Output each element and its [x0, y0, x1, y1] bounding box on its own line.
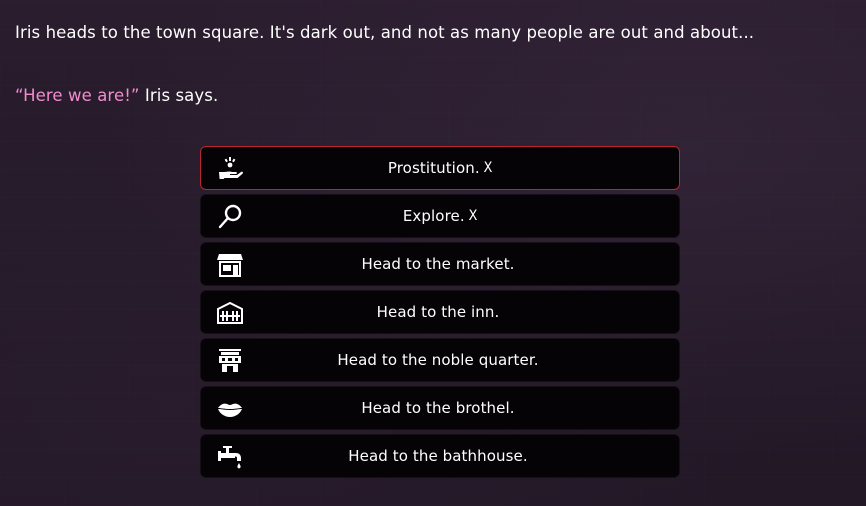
choice-label: Head to the inn.	[376, 303, 500, 321]
choice-bathhouse[interactable]: Head to the bathhouse.	[200, 434, 680, 478]
dialogue-quote: “Here we are!”	[15, 86, 140, 105]
choice-marker: X	[468, 208, 478, 224]
choice-label: Head to the bathhouse.	[348, 447, 528, 465]
choice-label: Head to the market.	[361, 255, 515, 273]
choice-label: Head to the brothel.	[361, 399, 515, 417]
choice-label: Prostitution.	[387, 159, 480, 177]
choice-label: Explore.	[402, 207, 465, 225]
choice-list: Prostitution. X Explore. X Head to the mar…	[200, 146, 680, 482]
choice-label: Head to the noble quarter.	[337, 351, 539, 369]
market-stall-icon	[215, 250, 245, 280]
choice-inn[interactable]: Head to the inn.	[200, 290, 680, 334]
choice-market[interactable]: Head to the market.	[200, 242, 680, 286]
faucet-icon	[215, 442, 245, 472]
story-text: Iris heads to the town square. It's dark…	[15, 22, 855, 148]
choice-explore[interactable]: Explore. X	[200, 194, 680, 238]
choice-brothel[interactable]: Head to the brothel.	[200, 386, 680, 430]
narration-text: Iris heads to the town square. It's dark…	[15, 23, 755, 42]
dialogue-line: “Here we are!” Iris says.	[15, 85, 855, 107]
hand-coin-icon	[215, 154, 245, 184]
choice-noble-quarter[interactable]: Head to the noble quarter.	[200, 338, 680, 382]
noble-house-icon	[215, 346, 245, 376]
dialogue-tag: Iris says.	[139, 86, 219, 105]
magnifier-icon	[215, 202, 245, 232]
choice-prostitution[interactable]: Prostitution. X	[200, 146, 680, 190]
lips-icon	[215, 394, 245, 424]
inn-building-icon	[215, 298, 245, 328]
choice-marker: X	[483, 160, 493, 176]
